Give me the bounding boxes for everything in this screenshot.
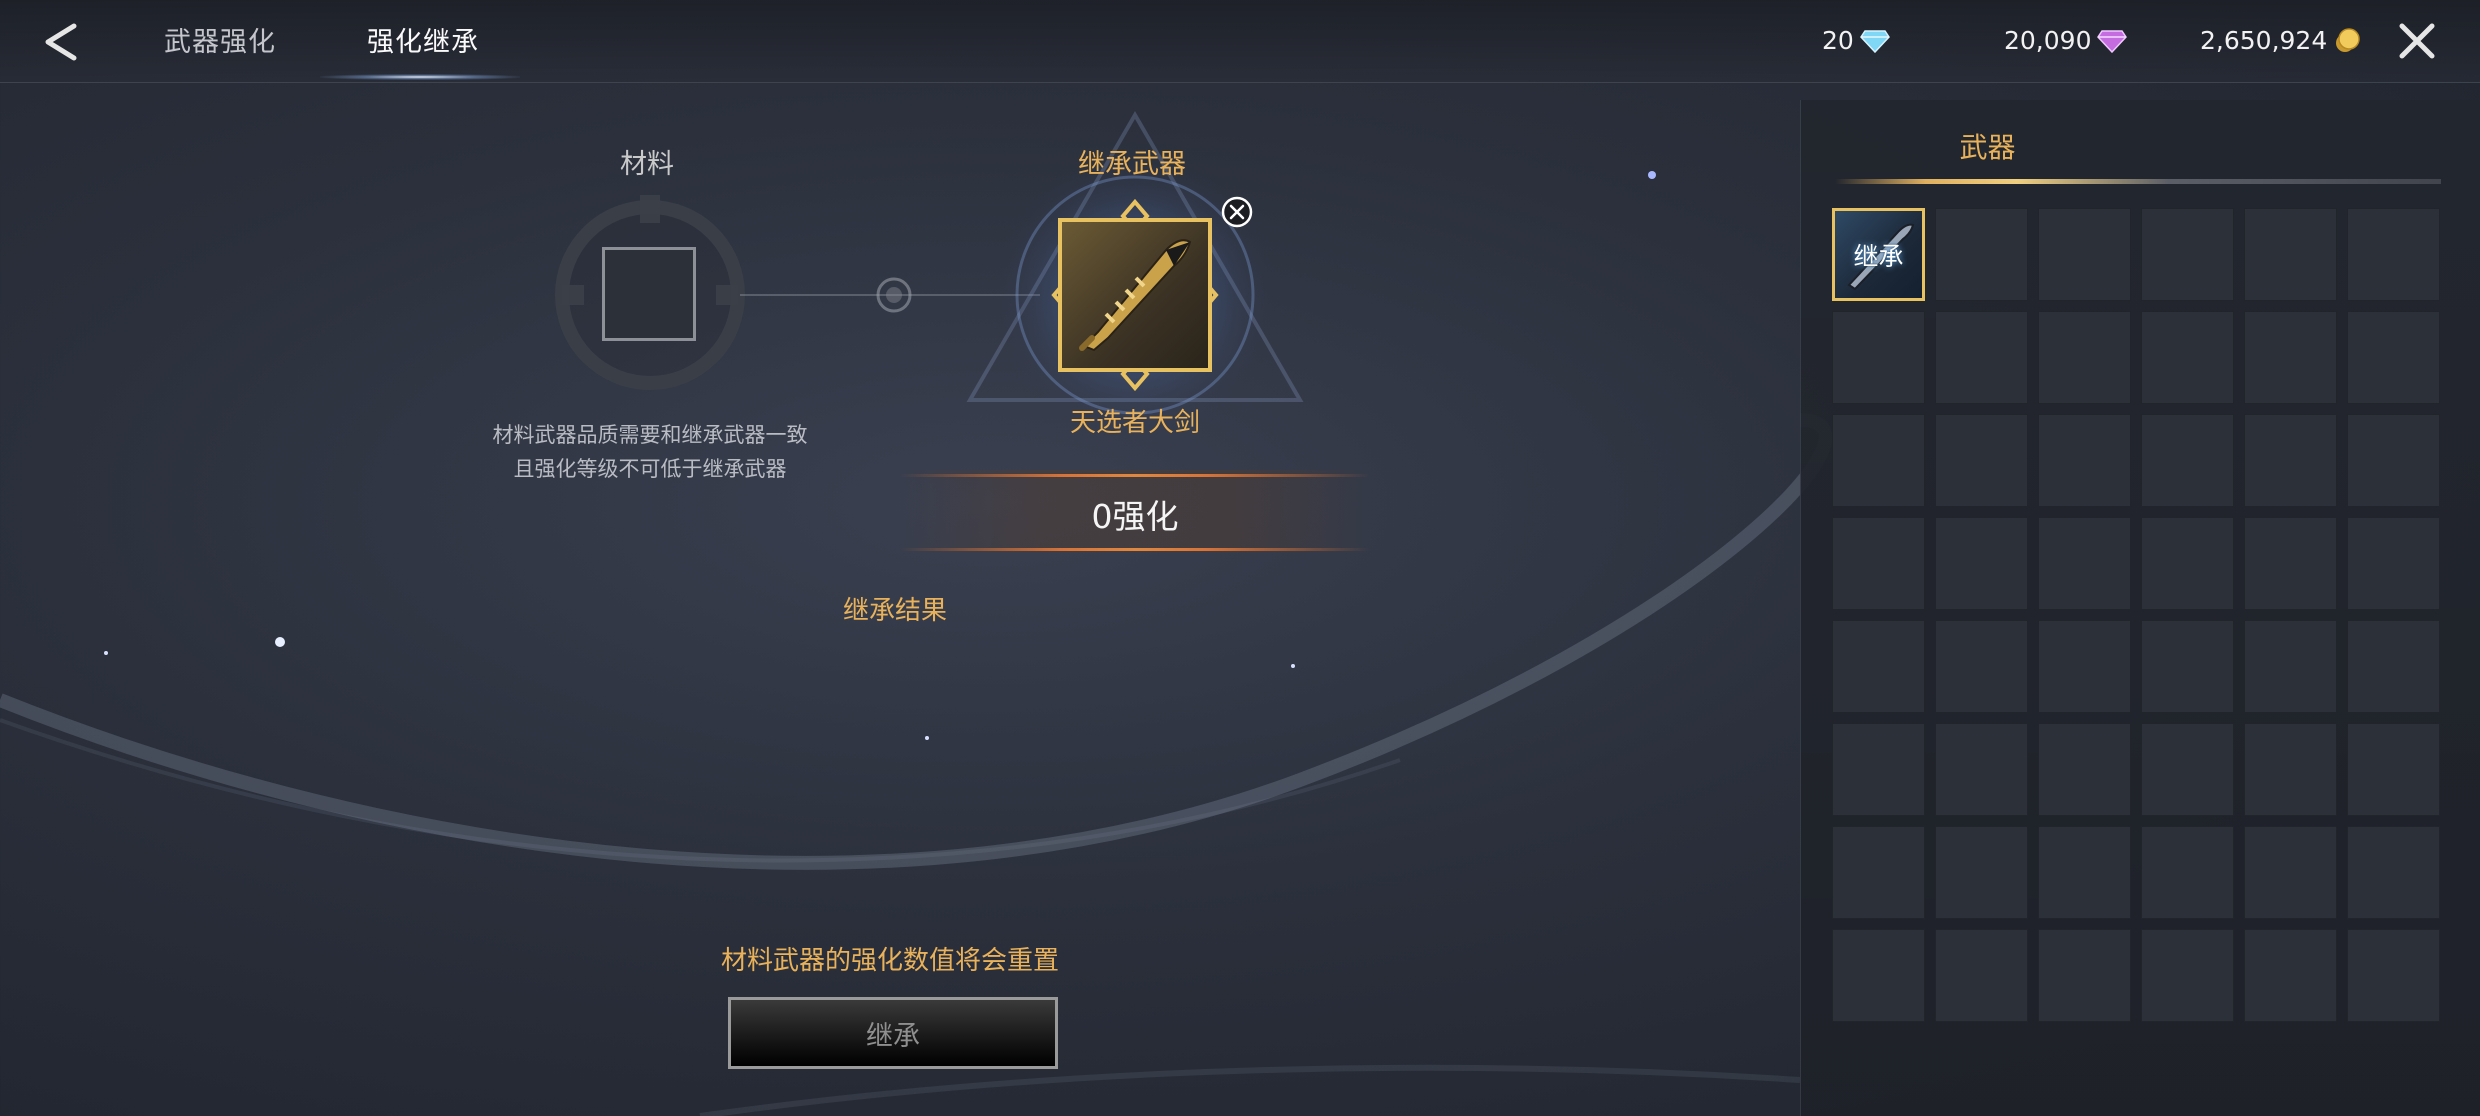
inventory-slot-empty <box>2244 723 2337 816</box>
inventory-slot-empty <box>2038 929 2131 1022</box>
inventory-slot-empty <box>2141 208 2234 301</box>
diamond-purple-icon <box>2097 29 2128 53</box>
active-tab-indicator <box>320 74 520 80</box>
inventory-slot-empty <box>2244 826 2337 919</box>
inherit-result-title: 继承结果 <box>842 596 947 626</box>
inherit-weapon-slot[interactable] <box>1058 218 1212 372</box>
currency-purple-diamond: 20,090 <box>2004 26 2128 55</box>
inventory-slot-empty <box>1832 311 1925 404</box>
inventory-slot-empty <box>2038 208 2131 301</box>
material-description-line2: 且强化等级不可低于继承武器 <box>513 457 787 481</box>
tab-weapon-enhance[interactable]: 武器强化 <box>164 20 276 59</box>
inventory-slot-empty <box>2141 414 2234 507</box>
inventory-slot-empty <box>1832 414 1925 507</box>
inventory-slot-empty <box>2347 723 2440 816</box>
enhance-level-text: 0强化 <box>1091 497 1179 536</box>
inventory-slot-empty <box>2038 620 2131 713</box>
reset-warning-text: 材料武器的强化数值将会重置 <box>720 946 1059 976</box>
inventory-grid: 继承 <box>1832 208 2444 1078</box>
material-label: 材料 <box>620 149 674 180</box>
inventory-slot-empty <box>1935 311 2028 404</box>
currency-blue-diamond-value: 20 <box>1822 26 1854 55</box>
inventory-slot-empty <box>2141 620 2234 713</box>
diamond-blue-icon <box>1859 29 1890 53</box>
inventory-slot-empty <box>2347 208 2440 301</box>
inventory-slot-empty <box>2141 929 2234 1022</box>
inventory-slot-empty <box>2038 826 2131 919</box>
inventory-slot-empty <box>1935 826 2028 919</box>
inventory-slot-empty <box>1935 414 2028 507</box>
currency-blue-diamond: 20 <box>1822 26 1890 55</box>
inventory-slot-empty <box>2244 311 2337 404</box>
inventory-slot-empty <box>1832 517 1925 610</box>
inventory-slot-empty <box>2244 414 2337 507</box>
inventory-slot-empty <box>1935 723 2028 816</box>
top-bar: 武器强化 强化继承 20 20,090 2,650,924 <box>0 0 2480 83</box>
back-arrow-icon[interactable] <box>38 20 88 64</box>
tab-enhance-inherit[interactable]: 强化继承 <box>367 20 479 59</box>
material-description: 材料武器品质需要和继承武器一致 且强化等级不可低于继承武器 <box>440 418 860 486</box>
inventory-slot-empty <box>1832 929 1925 1022</box>
inventory-slot-empty <box>1935 929 2028 1022</box>
level-band-top-line <box>900 474 1370 477</box>
inventory-slot-empty <box>2038 414 2131 507</box>
inventory-slot-empty <box>2347 929 2440 1022</box>
inventory-slot-badge: 继承 <box>1853 242 1904 271</box>
inherit-weapon-label: 继承武器 <box>1078 149 1186 180</box>
inventory-slot-empty <box>2141 723 2234 816</box>
weapon-name: 天选者大剑 <box>1069 408 1200 438</box>
inventory-slot-empty <box>2244 517 2337 610</box>
level-band-bottom-line <box>900 548 1370 551</box>
inventory-slot-empty <box>2038 723 2131 816</box>
inventory-tab-indicator <box>1835 179 2441 184</box>
greatsword-icon <box>1079 239 1192 352</box>
inventory-slot-empty <box>1935 208 2028 301</box>
currency-gold: 2,650,924 <box>2200 26 2361 55</box>
inventory-slot-empty <box>2347 517 2440 610</box>
material-weapon-slot[interactable] <box>602 247 696 341</box>
inventory-slot-empty <box>2347 311 2440 404</box>
inventory-slot-empty <box>2244 620 2337 713</box>
inventory-slot-empty <box>1832 723 1925 816</box>
inherit-button[interactable]: 继承 <box>728 997 1058 1069</box>
inventory-slot-empty <box>1935 517 2028 610</box>
inventory-slot-empty <box>2141 311 2234 404</box>
inventory-slot-empty <box>1832 826 1925 919</box>
gold-coin-icon <box>2336 27 2360 52</box>
remove-weapon-icon[interactable] <box>1220 195 1254 229</box>
inventory-slot-empty <box>2244 929 2337 1022</box>
inventory-slot-empty <box>1935 620 2028 713</box>
inventory-slot-empty <box>2347 826 2440 919</box>
currency-gold-value: 2,650,924 <box>2200 26 2328 55</box>
close-icon[interactable] <box>2394 18 2440 64</box>
inventory-slot-weapon[interactable]: 继承 <box>1832 208 1925 301</box>
inventory-tab-weapons[interactable]: 武器 <box>1900 126 2075 166</box>
inventory-slot-empty <box>2244 208 2337 301</box>
inventory-slot-empty <box>2347 620 2440 713</box>
inventory-slot-empty <box>2141 826 2234 919</box>
material-description-line1: 材料武器品质需要和继承武器一致 <box>492 423 808 447</box>
inventory-slot-empty <box>2347 414 2440 507</box>
currency-purple-diamond-value: 20,090 <box>2004 26 2092 55</box>
inventory-slot-empty <box>1832 620 1925 713</box>
inventory-slot-empty <box>2141 517 2234 610</box>
inventory-slot-empty <box>2038 517 2131 610</box>
inventory-slot-empty <box>2038 311 2131 404</box>
